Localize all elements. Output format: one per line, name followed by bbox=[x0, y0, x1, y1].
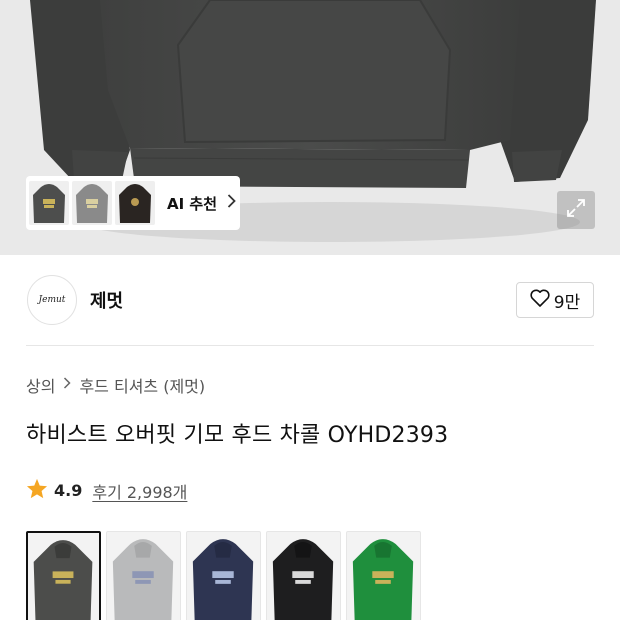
brand-name[interactable]: 제멋 bbox=[90, 287, 123, 313]
expand-image-button[interactable] bbox=[557, 191, 595, 229]
product-hero-image[interactable]: AI 추천 bbox=[0, 0, 620, 255]
brand-logo-text: Jemut bbox=[38, 295, 66, 305]
ai-recommend-label: AI 추천 bbox=[167, 194, 218, 213]
chevron-right-icon bbox=[227, 194, 236, 212]
expand-icon bbox=[566, 198, 586, 222]
ai-thumb-1[interactable] bbox=[29, 181, 69, 225]
product-title: 하비스트 오버핏 기모 후드 차콜 OYHD2393 bbox=[26, 423, 449, 448]
breadcrumb-category[interactable]: 상의 bbox=[26, 373, 55, 397]
brand-logo[interactable]: Jemut bbox=[27, 275, 77, 325]
ai-recommend-bar[interactable]: AI 추천 bbox=[26, 176, 240, 230]
swatch-light-gray[interactable] bbox=[106, 531, 181, 620]
ai-thumb-3[interactable] bbox=[115, 181, 155, 225]
color-swatches bbox=[26, 531, 421, 620]
like-count: 9만 bbox=[553, 292, 581, 313]
swatch-charcoal[interactable] bbox=[26, 531, 101, 620]
swatch-navy[interactable] bbox=[186, 531, 261, 620]
ai-thumb-2[interactable] bbox=[72, 181, 112, 225]
chevron-right-icon bbox=[63, 377, 72, 393]
swatch-black[interactable] bbox=[266, 531, 341, 620]
breadcrumb-subcategory[interactable]: 후드 티셔츠 (제멋) bbox=[79, 373, 205, 397]
rating: 4.9 후기 2,998개 bbox=[26, 478, 187, 503]
breadcrumb: 상의 후드 티셔츠 (제멋) bbox=[26, 373, 205, 397]
star-icon bbox=[26, 478, 48, 503]
rating-score: 4.9 bbox=[54, 481, 83, 500]
swatch-green[interactable] bbox=[346, 531, 421, 620]
heart-icon bbox=[530, 289, 550, 312]
review-count-link[interactable]: 후기 2,998개 bbox=[92, 479, 187, 503]
like-button[interactable]: 9만 bbox=[516, 282, 594, 318]
brand-row: Jemut 제멋 9만 bbox=[0, 255, 620, 345]
divider bbox=[26, 345, 594, 346]
